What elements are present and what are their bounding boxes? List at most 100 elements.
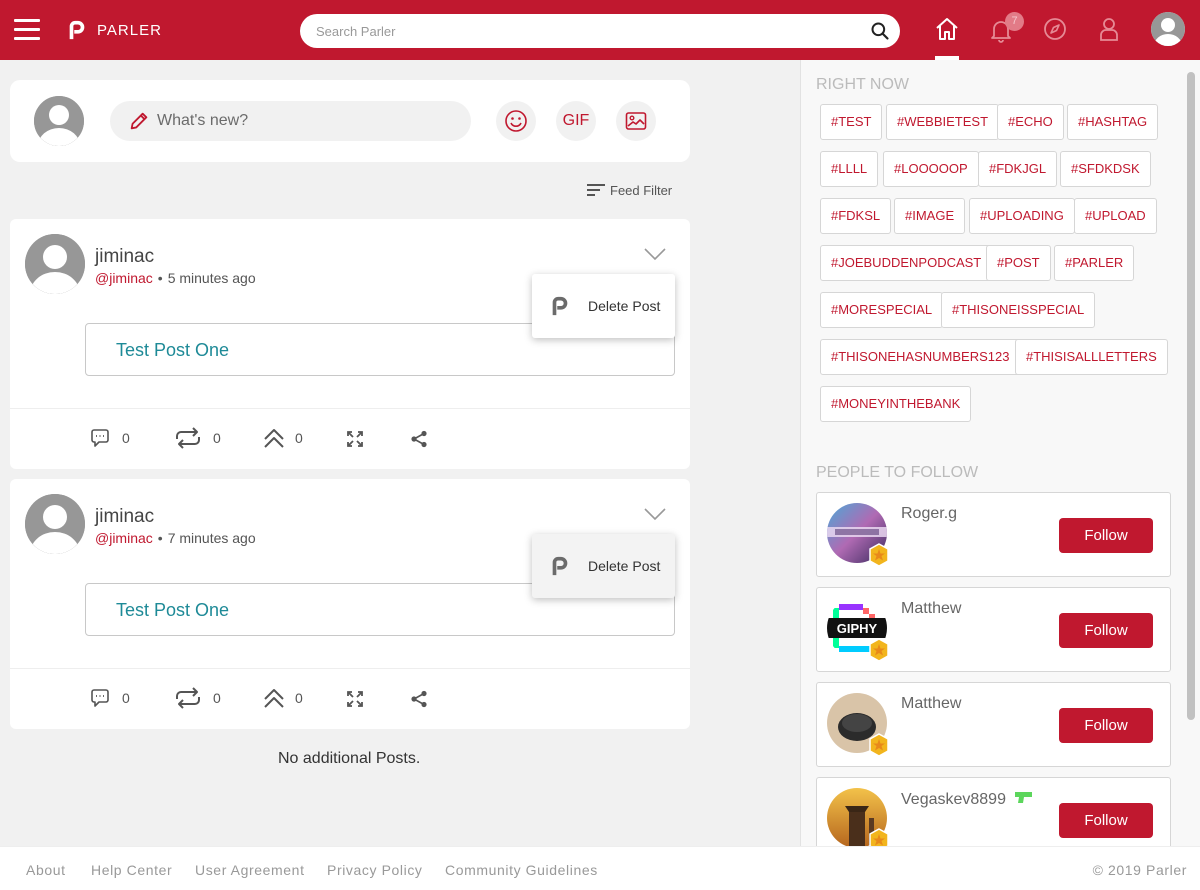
user-name[interactable]: Matthew (901, 695, 961, 713)
post-author-name[interactable]: jiminac (95, 506, 154, 528)
upvote-button[interactable]: 0 (263, 427, 303, 449)
people-to-follow-title: PEOPLE TO FOLLOW (816, 464, 979, 481)
smiley-icon (505, 110, 527, 132)
compass-icon[interactable] (1042, 16, 1068, 42)
footer-link-help-center[interactable]: Help Center (91, 862, 172, 878)
hashtag[interactable]: #IMAGE (894, 198, 966, 234)
hashtag[interactable]: #MONEYINTHEBANK (820, 386, 972, 422)
home-icon[interactable] (934, 16, 960, 42)
hashtag[interactable]: #TEST (820, 104, 883, 140)
post-meta: @jiminac • 7 minutes ago (95, 530, 256, 546)
footer-link-community-guidelines[interactable]: Community Guidelines (445, 862, 598, 878)
post-text: Test Post One (116, 600, 230, 620)
footer-link-privacy-policy[interactable]: Privacy Policy (327, 862, 423, 878)
hashtag[interactable]: #LOOOOOP (883, 151, 979, 187)
feed-filter[interactable]: Feed Filter (586, 182, 672, 198)
menu-icon[interactable] (14, 19, 40, 41)
post-author-avatar[interactable] (25, 494, 85, 554)
chevron-down-icon[interactable] (643, 246, 667, 262)
follow-button[interactable]: Follow (1059, 803, 1153, 838)
share-icon[interactable] (410, 690, 428, 708)
post-timestamp: 5 minutes ago (167, 270, 256, 286)
delete-post-label: Delete Post (588, 558, 661, 574)
hashtag[interactable]: #FDKJGL (978, 151, 1058, 187)
comment-button[interactable]: 0 (90, 427, 130, 449)
footer-link-about[interactable]: About (26, 862, 66, 878)
hashtag[interactable]: #ECHO (997, 104, 1064, 140)
search-bar[interactable] (300, 14, 900, 48)
follow-suggestion-card: Matthew Follow (816, 682, 1171, 767)
follow-suggestion-card: GIPHY Matthew Follow (816, 587, 1171, 672)
feed-filter-label: Feed Filter (610, 182, 673, 198)
comment-icon (91, 689, 109, 707)
top-navigation-bar: PARLER 7 (0, 0, 1200, 60)
hashtag[interactable]: #FDKSL (820, 198, 892, 234)
search-input[interactable] (300, 14, 860, 48)
search-icon[interactable] (870, 21, 890, 41)
comment-button[interactable]: 0 (90, 687, 130, 709)
image-icon (625, 112, 647, 130)
post-author-handle[interactable]: @jiminac (95, 530, 153, 546)
upvote-icon (264, 689, 284, 708)
follow-button[interactable]: Follow (1059, 613, 1153, 648)
emoji-button[interactable] (496, 101, 536, 141)
echo-count: 0 (213, 430, 221, 446)
post-text: Test Post One (116, 340, 230, 360)
hashtag[interactable]: #UPLOADING (969, 198, 1075, 234)
hashtag[interactable]: #PARLER (1054, 245, 1135, 281)
gold-star-badge-icon (869, 733, 889, 757)
default-avatar-icon (25, 234, 85, 294)
gold-star-badge-icon (869, 828, 889, 846)
hashtag[interactable]: #HASHTAG (1067, 104, 1159, 140)
pencil-icon (130, 112, 148, 130)
profile-avatar[interactable] (1151, 12, 1185, 46)
echo-count: 0 (213, 690, 221, 706)
divider (10, 668, 690, 669)
hashtag[interactable]: #POST (986, 245, 1051, 281)
post-card: jiminac @jiminac • 5 minutes ago Test Post… (10, 219, 690, 469)
hashtag[interactable]: #UPLOAD (1074, 198, 1157, 234)
hashtag[interactable]: #THISONEISSPECIAL (941, 292, 1096, 328)
hashtag[interactable]: #WEBBIETEST (886, 104, 1000, 140)
user-name[interactable]: Matthew (901, 600, 961, 618)
post-author-handle[interactable]: @jiminac (95, 270, 153, 286)
hashtag[interactable]: #THISONEHASNUMBERS123 (820, 339, 1021, 375)
upvote-button[interactable]: 0 (263, 687, 303, 709)
sidebar-scrollbar[interactable] (1187, 72, 1195, 720)
post-meta: @jiminac • 5 minutes ago (95, 270, 256, 286)
follow-suggestion-card: Roger.g Follow (816, 492, 1171, 577)
parler-logo[interactable]: PARLER (66, 19, 162, 41)
post-author-avatar[interactable] (25, 234, 85, 294)
delete-post-label: Delete Post (588, 298, 661, 314)
upvote-icon (264, 429, 284, 448)
user-icon[interactable] (1096, 16, 1122, 42)
hashtag[interactable]: #LLLL (820, 151, 879, 187)
post-options-menu[interactable]: Delete Post (532, 274, 675, 338)
expand-icon[interactable] (346, 430, 364, 448)
user-name-text: Vegaskev8899 (901, 791, 1006, 808)
post-options-menu[interactable]: Delete Post (532, 534, 675, 598)
hashtag[interactable]: #JOEBUDDENPODCAST (820, 245, 993, 281)
post-author-name[interactable]: jiminac (95, 246, 154, 268)
parler-logo-icon (552, 556, 568, 576)
image-upload-button[interactable] (616, 101, 656, 141)
chevron-down-icon[interactable] (643, 506, 667, 522)
follow-button[interactable]: Follow (1059, 518, 1153, 553)
user-name[interactable]: Vegaskev8899 (901, 790, 1034, 809)
gif-button[interactable]: GIF (556, 101, 596, 141)
hashtag[interactable]: #MORESPECIAL (820, 292, 944, 328)
parler-logo-icon (552, 296, 568, 316)
hashtag[interactable]: #THISISALLLETTERS (1015, 339, 1168, 375)
echo-button[interactable]: 0 (173, 687, 221, 709)
footer-link-user-agreement[interactable]: User Agreement (195, 862, 305, 878)
follow-button[interactable]: Follow (1059, 708, 1153, 743)
user-name[interactable]: Roger.g (901, 505, 957, 523)
whats-new-input[interactable]: What's new? (110, 101, 471, 141)
hashtag[interactable]: #SFDKDSK (1060, 151, 1151, 187)
expand-icon[interactable] (346, 690, 364, 708)
water-pistol-icon (1014, 792, 1032, 803)
share-icon[interactable] (410, 430, 428, 448)
gold-star-badge-icon (869, 638, 889, 662)
echo-button[interactable]: 0 (173, 427, 221, 449)
composer-avatar (34, 96, 84, 146)
